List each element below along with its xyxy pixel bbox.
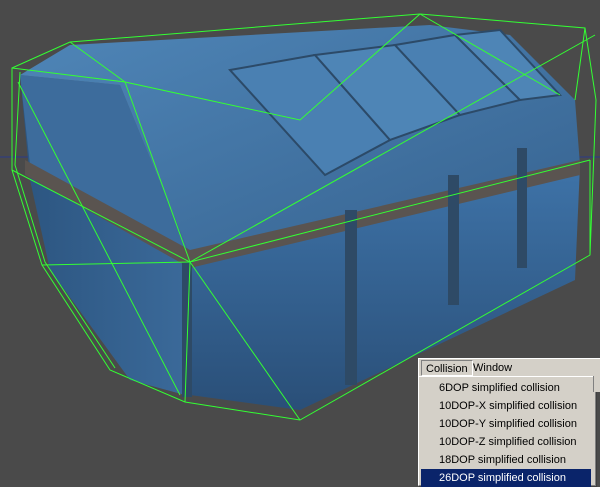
front-rib <box>182 262 192 397</box>
toolbar-edge-button[interactable] <box>593 376 600 392</box>
collision-dropdown-menu: 6DOP simplified collision 10DOP-X simpli… <box>418 376 596 487</box>
menu-item-10dop-x[interactable]: 10DOP-X simplified collision <box>421 397 591 415</box>
menu-collision[interactable]: Collision <box>421 360 473 376</box>
menu-item-26dop[interactable]: 26DOP simplified collision <box>421 469 591 487</box>
menu-window[interactable]: Window <box>469 360 516 376</box>
menu-item-6dop[interactable]: 6DOP simplified collision <box>421 379 591 397</box>
front-rib <box>345 210 357 385</box>
menu-item-10dop-z[interactable]: 10DOP-Z simplified collision <box>421 433 591 451</box>
menu-bar: Collision Window <box>418 358 600 377</box>
menu-item-18dop[interactable]: 18DOP simplified collision <box>421 451 591 469</box>
menu-item-10dop-y[interactable]: 10DOP-Y simplified collision <box>421 415 591 433</box>
front-rib <box>517 148 527 268</box>
